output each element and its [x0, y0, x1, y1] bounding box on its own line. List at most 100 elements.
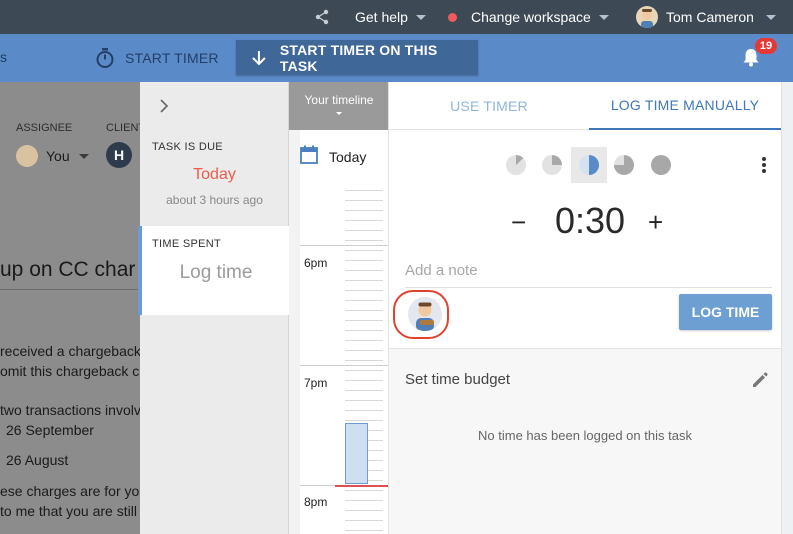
chevron-down-icon: [598, 14, 609, 20]
timeline-gutter: [289, 130, 300, 534]
preset-three-quarter[interactable]: [614, 155, 634, 175]
nav-fragment: s: [0, 49, 7, 65]
pencil-icon[interactable]: [751, 371, 769, 389]
assignee-header: ASSIGNEE: [16, 122, 73, 134]
timeline-grid-line: [345, 390, 383, 391]
workspace-status-dot: [448, 12, 457, 22]
timeline-grid-line: [345, 500, 383, 501]
hour-label: 7pm: [304, 376, 328, 390]
timeline-grid-line: [345, 240, 383, 241]
timeline-grid-line: [345, 350, 383, 351]
workspace-menu[interactable]: Change workspace: [448, 0, 609, 34]
timeline-grid-line: [345, 410, 383, 411]
decrement-button[interactable]: −: [511, 207, 526, 238]
share-icon[interactable]: [314, 0, 330, 34]
task-due-label: TASK IS DUE: [152, 141, 223, 153]
description-line: two transactions involv: [0, 402, 140, 418]
workspace-label: Change workspace: [471, 9, 591, 25]
timeline-panel: Your timeline Today 6pm 7pm 8pm: [289, 82, 389, 534]
timeline-grid-line: [345, 290, 383, 291]
timeline-hour-line: [300, 245, 388, 246]
avatar: [16, 145, 38, 167]
description-line: to me that you are still: [0, 503, 137, 519]
time-entry-block[interactable]: [345, 423, 368, 484]
description-line: 26 September: [6, 422, 94, 438]
timeline-grid-line: [345, 270, 383, 271]
user-name: Tom Cameron: [666, 9, 754, 25]
title-divider: [0, 289, 140, 290]
stopwatch-icon: [96, 48, 114, 68]
description-line: ese charges are for you: [0, 483, 140, 499]
empty-state-message: No time has been logged on this task: [478, 428, 692, 443]
chevron-right-icon[interactable]: [159, 99, 169, 113]
help-menu[interactable]: Get help: [355, 0, 426, 34]
start-timer-label: START TIMER: [125, 50, 219, 66]
timeline-grid-line: [345, 510, 383, 511]
duration-value[interactable]: 0:30: [555, 200, 625, 242]
timeline-grid-line: [345, 280, 383, 281]
client-avatar: H: [106, 142, 132, 168]
description-line: 26 August: [6, 452, 69, 468]
timeline-grid-line: [345, 380, 383, 381]
timeline-grid-line: [345, 320, 383, 321]
timeline-grid-line: [345, 230, 383, 231]
notification-badge: 19: [755, 38, 777, 54]
tab-use-timer[interactable]: USE TIMER: [389, 82, 589, 130]
note-input[interactable]: Add a note: [405, 262, 772, 288]
help-label: Get help: [355, 9, 408, 25]
timeline-grid-line: [345, 220, 383, 221]
timeline-grid-line: [345, 330, 383, 331]
due-relative-time: about 3 hours ago: [166, 193, 263, 207]
timeline-today-label: Today: [329, 149, 367, 165]
timeline-grid-line: [345, 400, 383, 401]
client-header: CLIENT: [106, 122, 140, 134]
timeline-grid-line: [345, 300, 383, 301]
preset-30-min-quarter[interactable]: [542, 155, 562, 175]
timeline-grid-line: [345, 490, 383, 491]
hour-label: 8pm: [304, 495, 328, 509]
timeline-grid-line: [345, 190, 383, 191]
background-task-page: ASSIGNEE CLIENT You H up on CC char rece…: [0, 82, 140, 534]
top-bar: Get help Change workspace Tom Cameron: [0, 0, 793, 34]
start-timer-on-task-button[interactable]: START TIMER ON THIS TASK: [236, 40, 478, 75]
timeline-grid-line: [345, 210, 383, 211]
chevron-down-icon: [765, 14, 776, 20]
arrow-down-icon: [252, 50, 266, 65]
more-vert-icon[interactable]: [761, 156, 767, 174]
timeline-grid-line: [345, 420, 383, 421]
timeline-hour-line: [300, 365, 388, 366]
description-line: received a chargeback: [0, 343, 140, 359]
scrollbar[interactable]: [781, 82, 793, 534]
avatar[interactable]: [408, 297, 442, 331]
timeline-header[interactable]: Your timeline: [289, 82, 388, 130]
timeline-grid-line: [345, 520, 383, 521]
time-budget-section: Set time budget No time has been logged …: [389, 348, 781, 534]
task-title: up on CC char: [0, 258, 136, 281]
start-timer-button[interactable]: START TIMER: [95, 34, 219, 82]
preset-15-min[interactable]: [506, 155, 526, 175]
description-line: omit this chargeback c: [0, 363, 140, 379]
action-bar: s START TIMER START TIMER ON THIS TASK: [0, 34, 793, 82]
timeline-grid-line: [345, 250, 383, 251]
set-time-budget-label: Set time budget: [405, 371, 511, 388]
chevron-down-icon: [415, 14, 426, 20]
time-spent-value: Log time: [179, 262, 253, 283]
time-spent-card[interactable]: TIME SPENT Log time: [138, 226, 290, 315]
chevron-down-icon: [79, 154, 89, 159]
timeline-grid-line: [345, 310, 383, 311]
log-time-panel: USE TIMER LOG TIME MANUALLY − 0:30 + Add…: [389, 82, 781, 534]
preset-selected[interactable]: [579, 155, 599, 175]
current-time-line: [335, 485, 388, 487]
due-value: Today: [193, 166, 236, 183]
time-spent-label: TIME SPENT: [152, 238, 222, 250]
log-time-button[interactable]: LOG TIME: [679, 294, 772, 330]
chevron-down-icon: [336, 112, 342, 115]
increment-button[interactable]: +: [648, 207, 663, 238]
tab-log-time-manually[interactable]: LOG TIME MANUALLY: [589, 82, 781, 130]
calendar-icon: [300, 145, 318, 164]
hour-label: 6pm: [304, 256, 328, 270]
preset-full[interactable]: [651, 155, 671, 175]
assignee-value: You: [46, 148, 70, 164]
timeline-grid-line: [345, 260, 383, 261]
user-menu[interactable]: Tom Cameron: [636, 0, 776, 34]
